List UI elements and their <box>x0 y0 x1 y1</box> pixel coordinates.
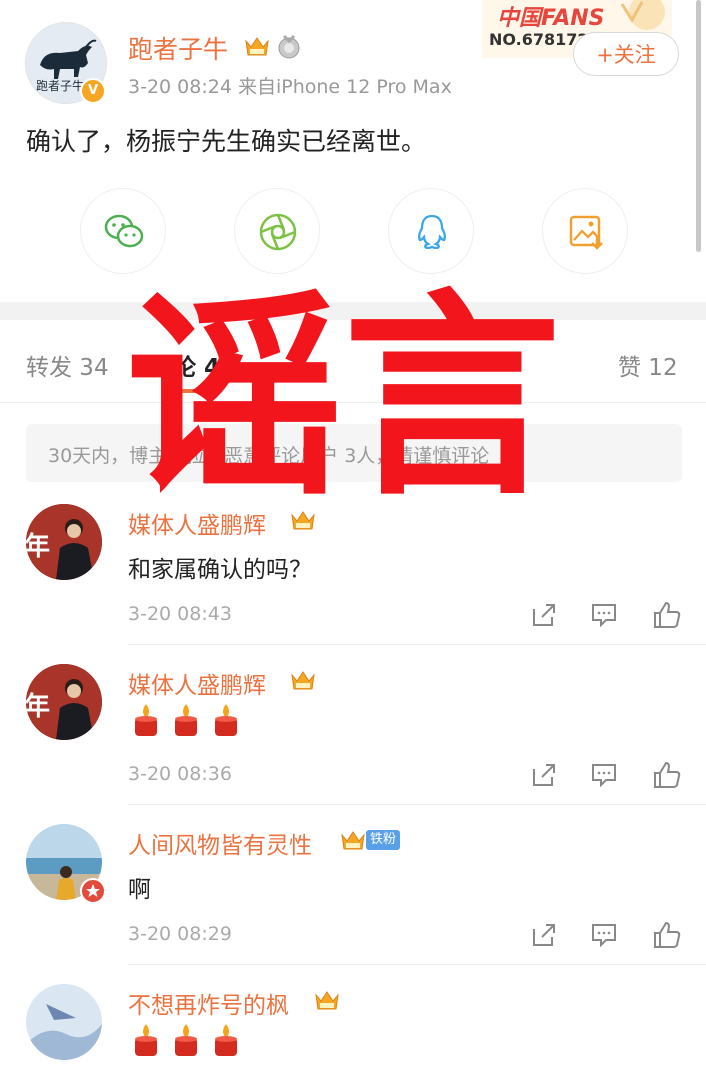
crown-icon <box>340 829 365 851</box>
sky-avatar-image <box>26 984 102 1060</box>
star-badge-icon <box>80 878 106 904</box>
verified-badge: V <box>80 78 106 104</box>
qq-icon <box>418 214 446 250</box>
crown-icon <box>314 989 339 1011</box>
avatar-caption: 跑者子牛 <box>36 79 85 93</box>
iron-fan-label: 铁粉 <box>366 830 401 850</box>
follow-button[interactable]: +关注 <box>573 32 679 76</box>
repost-comment-button[interactable] <box>530 761 558 789</box>
comment-time: 3-20 08:36 <box>128 763 232 785</box>
share-wechat-button[interactable] <box>80 188 166 274</box>
candle-emoji-row <box>132 1022 252 1058</box>
commenter-name[interactable]: 人间风物皆有灵性 <box>128 826 312 860</box>
commenter-avatar[interactable]: 年 <box>26 664 102 740</box>
reply-comment-button[interactable] <box>590 601 618 629</box>
comment-divider <box>128 804 706 805</box>
share-icon <box>533 764 555 786</box>
crown-icon <box>290 669 315 691</box>
tab-likes[interactable]: 赞 12 <box>618 348 678 382</box>
share-icon <box>533 924 555 946</box>
thumbs-up-icon <box>654 761 681 788</box>
reply-comment-button[interactable] <box>590 921 618 949</box>
comment-time: 3-20 08:29 <box>128 923 232 945</box>
save-image-icon <box>569 215 603 250</box>
thumbs-up-icon <box>654 921 681 948</box>
share-moments-button[interactable] <box>234 188 320 274</box>
comment-icon <box>592 924 616 948</box>
candle-emoji <box>212 702 240 738</box>
candle-emoji-row <box>132 702 252 738</box>
tab-repost[interactable]: 转发 34 <box>26 348 109 382</box>
wechat-icon <box>104 214 144 248</box>
silver-medal-icon <box>276 33 302 59</box>
comment-icon <box>592 604 616 628</box>
candle-emoji <box>212 1022 240 1058</box>
candle-emoji <box>132 702 160 738</box>
like-comment-button[interactable] <box>652 760 681 788</box>
avatar-char: 年 <box>26 692 51 722</box>
thumbs-up-icon <box>654 601 681 628</box>
share-qq-button[interactable] <box>388 188 474 274</box>
commenter-avatar[interactable] <box>26 984 102 1060</box>
avatar-char: 年 <box>26 532 51 562</box>
moments-icon <box>259 213 297 251</box>
candle-emoji <box>172 702 200 738</box>
repost-comment-button[interactable] <box>530 921 558 949</box>
candle-emoji <box>172 1022 200 1058</box>
save-image-button[interactable] <box>542 188 628 274</box>
comment-text: 啊 <box>128 877 151 903</box>
comment-icon <box>592 764 616 788</box>
commenter-avatar[interactable]: 年 <box>26 504 102 580</box>
post-time-source: 3-20 08:24 来自iPhone 12 Pro Max <box>128 76 452 98</box>
like-comment-button[interactable] <box>652 920 681 948</box>
comment-divider <box>128 964 706 965</box>
fans-badge-title: 中国FANS <box>497 6 605 31</box>
rumor-overlay-stamp: 谣言 <box>125 272 561 525</box>
like-comment-button[interactable] <box>652 600 681 628</box>
comment-time: 3-20 08:43 <box>128 603 232 625</box>
candle-emoji <box>132 1022 160 1058</box>
author-name[interactable]: 跑者子牛 <box>128 30 228 66</box>
post-text: 确认了，杨振宁先生确实已经离世。 <box>26 127 427 156</box>
share-icon <box>533 604 555 626</box>
commenter-name[interactable]: 不想再炸号的枫 <box>128 986 289 1020</box>
comment-text: 和家属确认的吗？ <box>128 557 312 583</box>
scrollbar[interactable] <box>696 0 701 252</box>
reply-comment-button[interactable] <box>590 761 618 789</box>
fan-badge: 铁粉 <box>340 829 401 851</box>
repost-comment-button[interactable] <box>530 601 558 629</box>
comment-divider <box>128 644 706 645</box>
commenter-name[interactable]: 媒体人盛鹏辉 <box>128 666 266 700</box>
crown-icon <box>244 35 269 57</box>
